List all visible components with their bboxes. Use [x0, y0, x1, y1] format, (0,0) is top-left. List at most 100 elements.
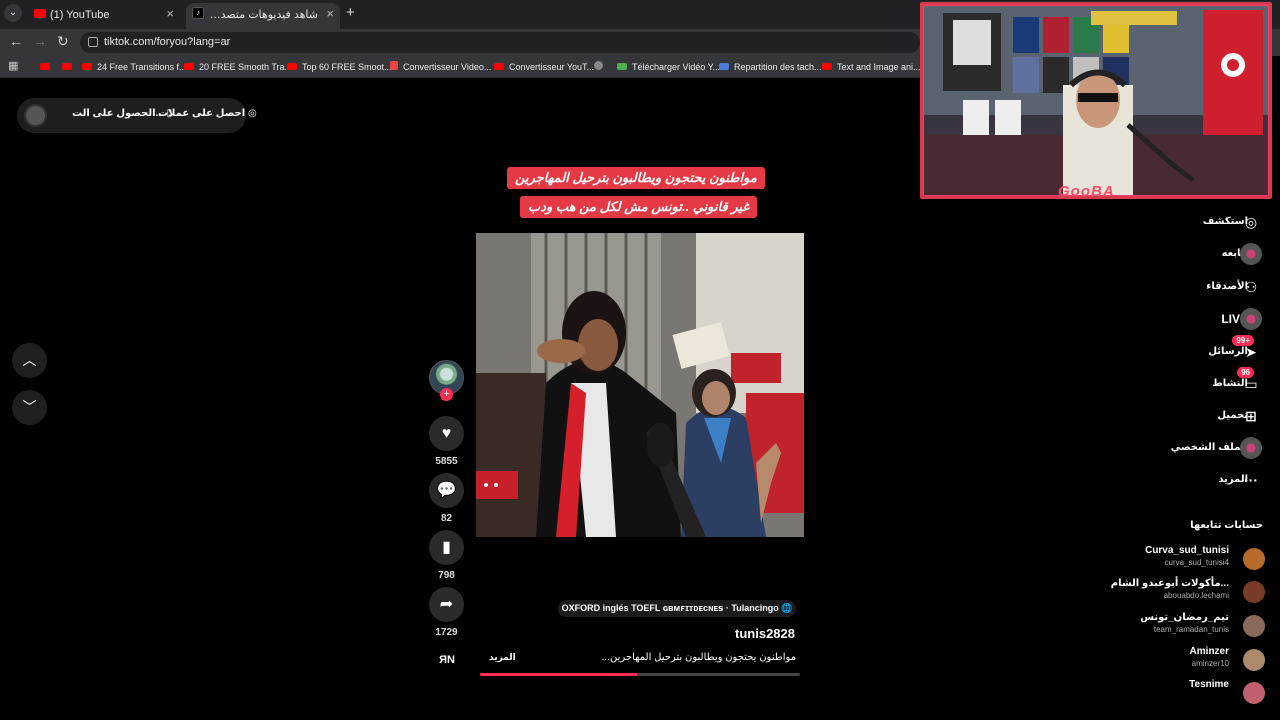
like-button[interactable]: ♥ 5855 — [429, 416, 464, 467]
video-username[interactable]: tunis2828 — [735, 626, 795, 641]
account-name: تيم_رمضان_تونس — [1140, 612, 1229, 623]
avatar — [1243, 581, 1265, 603]
bookmark-label: 24 Free Transitions f... — [97, 62, 187, 72]
following-account[interactable]: Tesnime — [1085, 679, 1265, 707]
bookmark-item[interactable] — [62, 60, 77, 74]
sidebar-item-inbox[interactable]: النشاط ▭ 96 — [1062, 367, 1262, 396]
sidebar-item-compass[interactable]: استكشف ◎ — [1062, 210, 1262, 234]
tab-youtube[interactable]: (1) YouTube × — [28, 3, 180, 29]
avatar — [1243, 682, 1265, 704]
youtube-icon — [494, 63, 504, 70]
download-icon — [617, 63, 627, 70]
bookmark-item[interactable]: Repartition des tach... — [719, 60, 822, 74]
following-account[interactable]: Aminzer aminzer10 — [1085, 646, 1265, 674]
video-description: مواطنون يحتجون ويطالبون بترحيل المهاجرين… — [601, 652, 796, 663]
bookmark-item[interactable]: Convertisseur YouT... — [494, 60, 594, 74]
next-video-button[interactable]: ﹀ — [12, 390, 47, 425]
video-frame-image — [476, 233, 804, 537]
youtube-icon — [287, 63, 297, 70]
youtube-icon — [62, 63, 72, 70]
globe-icon — [594, 61, 603, 70]
following-account[interactable]: مأكولات أبوعبدو الشام... abouabdo.lechami — [1085, 578, 1265, 606]
account-name: Aminzer — [1189, 646, 1229, 657]
webcam-image — [923, 5, 1269, 196]
music-disc-icon[interactable]: ЯN — [437, 646, 457, 674]
address-bar[interactable]: tiktok.com/foryou?lang=ar — [80, 32, 920, 53]
more-link[interactable]: المزيد — [489, 652, 516, 663]
back-button[interactable]: ← — [9, 33, 23, 49]
tiktok-icon: ♪ — [192, 7, 204, 19]
coin-icon: ◎ — [247, 108, 257, 119]
profile-icon — [1240, 437, 1262, 459]
tab-title: شاهد فيديوهات متصدرة | (99+) — [208, 9, 318, 21]
apps-grid-icon[interactable]: ▦ — [8, 60, 20, 72]
sidebar-item-more[interactable]: المزيد ··· — [1062, 468, 1262, 492]
bookmark-item[interactable]: 24 Free Transitions f... — [82, 60, 187, 74]
follow-plus-icon[interactable]: + — [440, 388, 453, 401]
account-handle: team_ramadan_tunis — [1153, 625, 1229, 634]
bookmark-item[interactable]: Top 60 FREE Smoot... — [287, 60, 392, 74]
account-handle: abouabdo.lechami — [1163, 591, 1229, 600]
tab-search-icon[interactable]: ⌄ — [4, 4, 22, 22]
bookmark-label: Repartition des tach... — [734, 62, 822, 72]
bookmark-label: Télécharger Vidéo Y... — [632, 62, 721, 72]
bookmark-label: Convertisseur Video... — [403, 62, 492, 72]
forward-button[interactable]: → — [33, 33, 47, 49]
top-actions-pill: الحصول على الت... ▯ احصل على عملات ◎ — [17, 98, 257, 133]
previous-video-button[interactable]: ︿ — [12, 343, 47, 378]
youtube-icon — [40, 63, 50, 70]
new-tab-button[interactable]: + — [346, 4, 355, 21]
bookmark-item[interactable] — [40, 60, 55, 74]
tab-tiktok[interactable]: ♪ شاهد فيديوهات متصدرة | (99+) × — [186, 3, 340, 29]
reload-button[interactable]: ↻ — [57, 33, 69, 50]
save-button[interactable]: ▮ 798 — [429, 530, 464, 581]
close-tab-icon[interactable]: × — [326, 3, 334, 25]
account-name: مأكولات أبوعبدو الشام... — [1110, 578, 1229, 589]
get-coins-button[interactable]: احصل على عملات ◎ — [158, 108, 257, 119]
bookmark-item[interactable]: Télécharger Vidéo Y... — [617, 60, 720, 74]
bookmark-label: Convertisseur YouT... — [509, 62, 595, 72]
bookmark-label: 20 FREE Smooth Tra... — [199, 62, 293, 72]
account-name: Curva_sud_tunisi — [1145, 545, 1229, 556]
sidebar-item-upload[interactable]: تحميل ⊞ — [1062, 404, 1262, 428]
bookmark-item[interactable]: Convertisseur Video... — [390, 60, 491, 74]
sidebar-item-avatar[interactable]: أتابعه — [1062, 242, 1262, 266]
heart-icon: ♥ — [429, 416, 464, 451]
sidebar-item-friends[interactable]: الأصدقاء ⚇ — [1062, 275, 1262, 299]
chevron-up-icon: ︿ — [22, 352, 37, 368]
save-count: 798 — [438, 570, 455, 581]
bookmark-item[interactable]: Text and Image ani... — [822, 60, 921, 74]
compass-icon: ◎ — [1244, 214, 1258, 230]
youtube-icon — [82, 63, 92, 70]
avatar[interactable] — [24, 104, 47, 127]
youtube-icon — [822, 63, 832, 70]
share-button[interactable]: ➦ 1729 — [429, 587, 464, 638]
video-progress-bar[interactable] — [480, 673, 800, 676]
close-tab-icon[interactable]: × — [166, 3, 174, 25]
bookmark-item[interactable]: 20 FREE Smooth Tra... — [184, 60, 292, 74]
video-caption-line-1: مواطنون يحتجون ويطالبون بترحيل المهاجرين — [507, 167, 765, 189]
notification-badge: 99+ — [1232, 335, 1254, 346]
live-icon — [1240, 308, 1262, 330]
sound-pill[interactable]: OXFORD inglés TOEFL ɢʙᴍꜰɪᴛᴅᴇᴄɴᴇꜱ · Tulan… — [558, 600, 796, 617]
account-handle: aminzer10 — [1191, 659, 1229, 668]
sidebar-item-message[interactable]: الرسائل ➤ 99+ — [1062, 335, 1262, 364]
avatar — [1243, 649, 1265, 671]
comment-button[interactable]: 💬 82 — [429, 473, 464, 524]
comment-count: 82 — [440, 513, 453, 524]
avatar — [1243, 548, 1265, 570]
site-info-icon[interactable] — [88, 37, 98, 47]
webcam-overlay — [920, 2, 1272, 199]
sidebar-item-profile[interactable]: الملف الشخصي — [1062, 436, 1262, 460]
z-icon — [390, 61, 398, 70]
video-player[interactable] — [476, 233, 804, 537]
youtube-icon — [34, 9, 46, 18]
bookmark-item[interactable] — [594, 60, 608, 74]
following-account[interactable]: Curva_sud_tunisi curva_sud_tunisi4 — [1085, 545, 1265, 573]
globe-icon: 🌐 — [781, 603, 793, 613]
friends-icon: ⚇ — [1244, 279, 1258, 295]
sidebar-item-live[interactable]: LIVE — [1062, 307, 1262, 331]
account-name: Tesnime — [1189, 679, 1229, 690]
share-count: 1729 — [435, 627, 458, 638]
following-account[interactable]: تيم_رمضان_تونس team_ramadan_tunis — [1085, 612, 1265, 640]
